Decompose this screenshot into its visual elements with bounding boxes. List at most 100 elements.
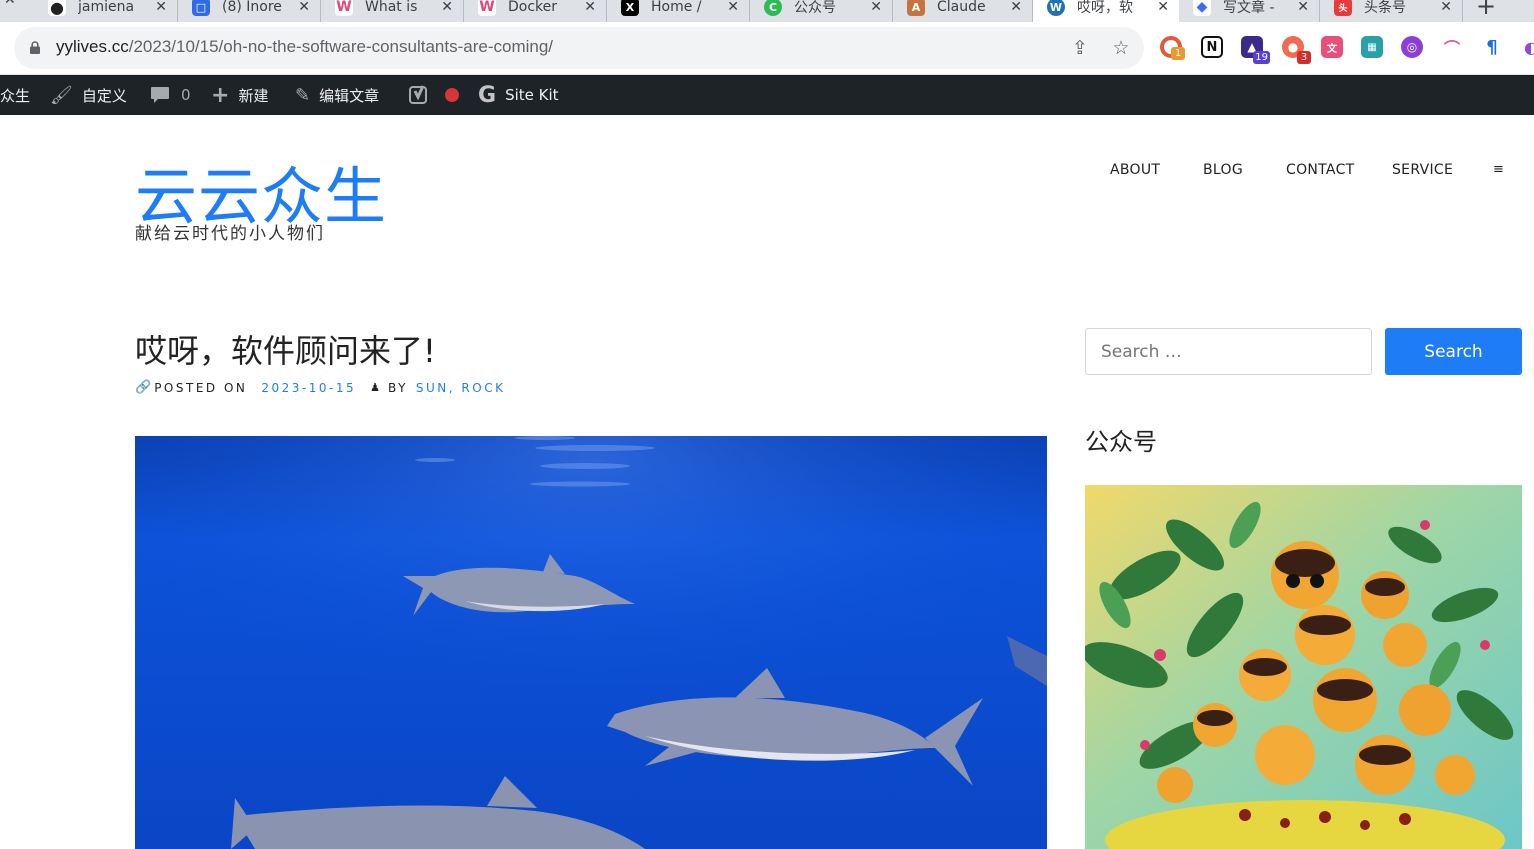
browser-tab[interactable]: X Home / ✕ [607,0,750,22]
user-icon: ♟ [370,381,380,394]
extension-icon[interactable]: ● 3 [1282,36,1311,64]
nav-service[interactable]: SERVICE [1392,162,1453,178]
bookmark-star-icon[interactable]: ☆ [1110,37,1132,59]
notion-icon[interactable]: N [1201,36,1223,58]
close-icon[interactable]: ✕ [4,0,16,8]
anthropic-icon: A [907,0,925,16]
search-button[interactable]: Search [1385,328,1522,375]
admin-customize-label: 自定义 [81,86,127,105]
featured-image [135,436,1047,849]
tab-title: Claude [937,0,986,15]
admin-yoast[interactable] [409,75,431,115]
site-description: 献给云时代的小人物们 [135,224,325,244]
tab-title: (8) Inore [222,0,282,15]
widget-title: 公众号 [1085,428,1157,456]
extension-icon[interactable]: ¶ [1481,36,1503,58]
search-input[interactable] [1085,328,1372,375]
tab-title: jamiena [78,0,135,15]
admin-site-name-label: 众生 [0,86,31,105]
extension-icon[interactable]: 1 [1160,36,1185,60]
browser-toolbar: yylives.cc/2023/10/15/oh-no-the-software… [0,22,1534,75]
status-dot-icon [445,88,459,102]
new-tab-button[interactable]: + [1476,0,1496,20]
badge: 1 [1171,47,1185,60]
nav-contact[interactable]: CONTACT [1286,162,1355,178]
browser-tab[interactable]: ● jamiena ✕ [34,0,178,22]
tab-title: What is [365,0,418,15]
browser-tab-active[interactable]: W 哎呀，软 ✕ [1033,0,1179,22]
pencil-icon: ✎ [295,84,311,106]
close-icon[interactable]: ✕ [1440,0,1452,15]
graduation-cap-icon[interactable]: ▲ 19 [1241,36,1270,64]
admin-new-label: 新建 [238,86,269,105]
tab-title: Home / [651,0,702,15]
extension-icon[interactable]: ◎ [1401,36,1423,58]
browser-tab[interactable]: □ (8) Inore ✕ [178,0,321,22]
toutiao-icon: 头 [1334,0,1352,16]
close-icon[interactable]: ✕ [870,0,882,15]
nav-about[interactable]: ABOUT [1110,162,1160,178]
close-icon[interactable]: ✕ [1157,0,1169,15]
browser-tab[interactable]: A Claude ✕ [893,0,1033,22]
url-path: /2023/10/15/oh-no-the-software-consultan… [128,37,554,56]
nav-blog[interactable]: BLOG [1203,162,1243,178]
close-icon[interactable]: ✕ [584,0,596,15]
browser-tab[interactable]: W Docker ✕ [464,0,607,22]
tab-title: 公众号 [794,0,836,16]
comment-bubble-icon [151,87,169,103]
close-icon[interactable]: ✕ [298,0,310,15]
translate-icon[interactable]: 文 [1321,36,1343,58]
diamond-icon: ◆ [1193,0,1211,16]
browser-tab[interactable]: ◆ 写文章 - ✕ [1179,0,1320,22]
paintbrush-icon: 🖌 [50,84,73,106]
url-domain: yylives.cc [56,37,129,56]
extension-icon[interactable]: ⌒ [1441,36,1463,58]
badge: 19 [1253,51,1270,64]
tab-title: Docker [508,0,558,15]
browser-tab[interactable]: 头 头条号 ✕ [1320,0,1463,22]
post-authors-link[interactable]: SUN, ROCK [416,381,506,395]
admin-seo-status[interactable] [445,75,459,115]
tab-title: 哎呀，软 [1077,0,1133,16]
admin-site-name[interactable]: 众生 [0,75,30,115]
wechat-promo-image [1085,485,1522,849]
admin-sitekit[interactable]: G Site Kit [478,75,559,115]
close-icon[interactable]: ✕ [1297,0,1309,15]
url-text[interactable]: yylives.cc/2023/10/15/oh-no-the-software… [56,37,553,57]
admin-edit-post[interactable]: ✎ 编辑文章 [295,75,379,115]
menu-toggle-icon[interactable]: ≡ [1493,162,1504,177]
admin-comments[interactable]: 0 [150,75,191,115]
lock-icon [30,41,40,54]
close-icon[interactable]: ✕ [1010,0,1022,15]
wordpress-icon: W [1047,0,1065,16]
close-icon[interactable]: ✕ [441,0,453,15]
webflow-icon: W [478,0,496,16]
browser-tab[interactable]: W What is ✕ [321,0,464,22]
address-bar[interactable]: yylives.cc/2023/10/15/oh-no-the-software… [14,27,1144,69]
close-icon[interactable]: ✕ [155,0,167,15]
posted-on-label: POSTED ON [154,380,248,395]
link-icon: 🔗 [135,380,152,395]
close-icon[interactable]: ✕ [727,0,739,15]
admin-customize[interactable]: 🖌 自定义 [50,75,127,115]
comments-count: 0 [181,86,191,104]
admin-edit-post-label: 编辑文章 [319,86,380,105]
webflow-icon: W [335,0,353,16]
x-icon: X [621,0,639,16]
yoast-icon [409,85,427,104]
admin-new[interactable]: + 新建 [211,75,268,115]
blue-app-icon: □ [192,0,210,16]
post-date-link[interactable]: 2023-10-15 [261,381,356,395]
extension-icon[interactable]: ◐ [1520,36,1534,58]
wp-admin-bar: 众生 🖌 自定义 0 + 新建 ✎ 编辑文章 G Site Kit [0,75,1534,115]
browser-tab[interactable]: C 公众号 ✕ [750,0,893,22]
green-c-icon: C [764,0,782,16]
tab-title: 头条号 [1364,0,1406,16]
github-icon: ● [48,0,66,17]
share-icon[interactable]: ⇪ [1069,37,1091,59]
google-g-icon: G [478,82,497,108]
admin-sitekit-label: Site Kit [505,86,559,104]
extension-icon[interactable]: ▦ [1361,36,1383,58]
tab-title: 写文章 - [1223,0,1275,16]
post-title: 哎呀，软件顾问来了! [135,332,436,370]
